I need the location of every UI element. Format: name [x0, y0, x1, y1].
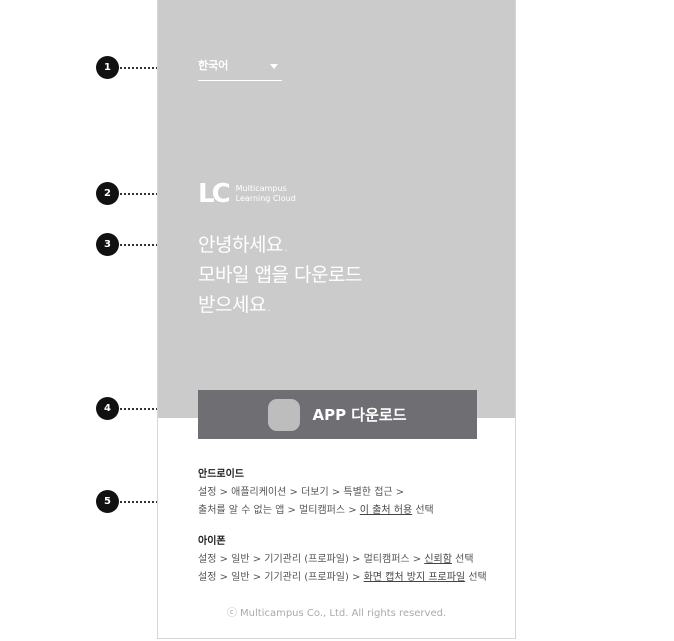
android-title: 안드로이드 [198, 469, 244, 480]
logo-text: Multicampus Learning Cloud [236, 184, 296, 204]
iphone-step-2-prefix: 설정 > 일반 > 기기관리 (프로파일) > [198, 572, 364, 583]
iphone-step-1-suffix: 선택 [451, 554, 474, 565]
app-icon [268, 398, 301, 431]
callout-4: 4 [96, 397, 119, 420]
iphone-step-2: 설정 > 일반 > 기기관리 (프로파일) > 화면 캡처 방지 프로파일 선택 [198, 569, 498, 587]
android-allow-source-link: 이 출처 허용 [359, 505, 413, 516]
iphone-step-1-prefix: 설정 > 일반 > 기기관리 (프로파일) > 멀티캠퍼스 > [198, 554, 425, 565]
greeting-line-2: 모바일 앱을 다운로드 [198, 264, 362, 286]
iphone-step-1: 설정 > 일반 > 기기관리 (프로파일) > 멀티캠퍼스 > 신뢰함 선택 [198, 551, 498, 569]
callout-5: 5 [96, 490, 119, 513]
callout-2: 2 [96, 182, 119, 205]
hero-section: 한국어 LC Multicampus Learning Cloud 안녕하세요.… [158, 0, 515, 418]
logo-mark: LC [198, 179, 231, 209]
iphone-title: 아이폰 [198, 536, 226, 547]
caret-down-icon [270, 64, 278, 69]
copyright: ⓒ Multicampus Co., Ltd. All rights reser… [226, 608, 447, 619]
logo: LC Multicampus Learning Cloud [198, 180, 296, 208]
greeting-text: 안녕하세요. 모바일 앱을 다운로드 받으세요. [198, 230, 362, 320]
callout-3: 3 [96, 233, 119, 256]
logo-line-1: Multicampus [235, 184, 287, 193]
android-step-2-suffix: 선택 [412, 505, 434, 516]
greeting-line-1: 안녕하세요. [198, 234, 289, 256]
callout-1: 1 [96, 56, 119, 79]
app-download-button[interactable]: APP 다운로드 [198, 390, 477, 439]
android-step-2: 출처를 알 수 없는 앱 > 멀티캠퍼스 > 이 출처 허용 선택 [198, 502, 498, 520]
android-step-1: 설정 > 애플리케이션 > 더보기 > 특별한 접근 > [198, 487, 405, 498]
greeting-line-3: 받으세요. [198, 294, 272, 316]
language-select[interactable]: 한국어 [198, 56, 282, 81]
install-guide: 안드로이드 설정 > 애플리케이션 > 더보기 > 특별한 접근 > 출처를 알… [198, 465, 498, 587]
iphone-step-2-suffix: 선택 [465, 572, 487, 583]
iphone-trust-link: 신뢰함 [424, 554, 452, 565]
android-step-2-prefix: 출처를 알 수 없는 앱 > 멀티캠퍼스 > [198, 505, 360, 516]
logo-line-2: Learning Cloud [235, 194, 296, 203]
app-download-label: APP 다운로드 [312, 406, 407, 424]
iphone-capture-profile-link: 화면 캡처 방지 프로파일 [363, 572, 466, 583]
mobile-page: 한국어 LC Multicampus Learning Cloud 안녕하세요.… [157, 0, 516, 639]
language-label: 한국어 [198, 59, 229, 72]
